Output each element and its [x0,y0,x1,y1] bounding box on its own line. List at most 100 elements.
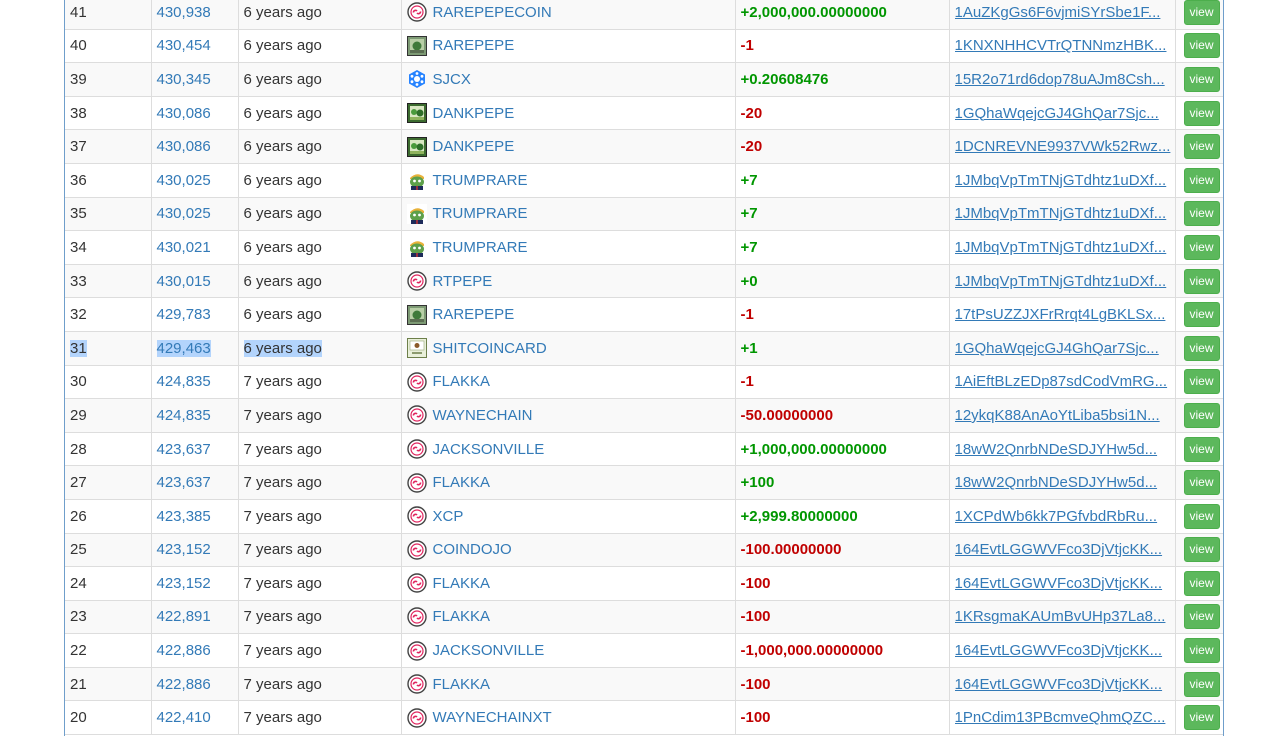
view-button[interactable]: view [1183,167,1220,193]
address-link[interactable]: 1JMbqVpTmTNjGTdhtz1uDXf... [955,205,1175,222]
view-button[interactable]: view [1183,33,1220,59]
block-link[interactable]: 422,886 [157,676,211,693]
address-link[interactable]: 17tPsUZZJXFrRrqt4LgBKLSx... [955,306,1175,323]
block-link[interactable]: 422,410 [157,709,211,726]
address-link[interactable]: 1AuZKgGs6F6vjmiSYrSbe1F... [955,4,1175,21]
view-button[interactable]: view [1183,604,1220,630]
view-button[interactable]: view [1183,638,1220,664]
asset-link[interactable]: SHITCOINCARD [433,340,547,357]
asset-link[interactable]: SJCX [433,71,471,88]
asset-link[interactable]: FLAKKA [433,676,491,693]
block-link[interactable]: 430,086 [157,138,211,155]
block-link[interactable]: 430,021 [157,239,211,256]
asset-link[interactable]: RAREPEPE [433,37,515,54]
block-link[interactable]: 423,152 [157,541,211,558]
view-button[interactable]: view [1183,671,1220,697]
time-cell: 7 years ago [238,566,402,601]
quantity-value: -100 [740,709,771,727]
view-button[interactable]: view [1183,134,1220,160]
view-button[interactable]: view [1183,705,1220,731]
view-button[interactable]: view [1183,335,1220,361]
block-link[interactable]: 423,385 [157,508,211,525]
view-button[interactable]: view [1183,503,1220,529]
view-button[interactable]: view [1183,537,1220,563]
address-link[interactable]: 1KRsgmaKAUmBvUHp37La8... [955,608,1175,625]
block-link[interactable]: 422,891 [157,608,211,625]
address-link[interactable]: 1JMbqVpTmTNjGTdhtz1uDXf... [955,239,1175,256]
view-button[interactable]: view [1183,0,1220,25]
view-button[interactable]: view [1183,402,1220,428]
address-link[interactable]: 1KNXNHHCVTrQTNNmzHBK... [955,37,1175,54]
address-link[interactable]: 1PnCdim13PBcmveQhmQZC... [955,709,1175,726]
block-link[interactable]: 430,086 [157,105,211,122]
address-link[interactable]: 164EvtLGGWVFco3DjVtjcKK... [955,541,1175,558]
quantity-cell: -100 [735,667,950,702]
address-link[interactable]: 164EvtLGGWVFco3DjVtjcKK... [955,676,1175,693]
view-button[interactable]: view [1183,369,1220,395]
block-link[interactable]: 424,835 [157,407,211,424]
address-link[interactable]: 1JMbqVpTmTNjGTdhtz1uDXf... [955,273,1175,290]
storj-icon [407,69,427,89]
view-button[interactable]: view [1183,470,1220,496]
block-link[interactable]: 430,015 [157,273,211,290]
view-button[interactable]: view [1183,436,1220,462]
address-link[interactable]: 1XCPdWb6kk7PGfvbdRbRu... [955,508,1175,525]
address-link[interactable]: 164EvtLGGWVFco3DjVtjcKK... [955,642,1175,659]
view-button[interactable]: view [1183,570,1220,596]
view-button[interactable]: view [1183,302,1220,328]
address-link[interactable]: 18wW2QnrbNDeSDJYHw5d... [955,441,1175,458]
row-index: 32 [70,306,87,324]
asset-link[interactable]: JACKSONVILLE [433,441,545,458]
block-link[interactable]: 422,886 [157,642,211,659]
asset-link[interactable]: WAYNECHAIN [433,407,533,424]
asset-link[interactable]: XCP [433,508,464,525]
asset-link[interactable]: WAYNECHAINXT [433,709,552,726]
address-link[interactable]: 12ykqK88AnAoYtLiba5bsi1N... [955,407,1175,424]
address-link[interactable]: 18wW2QnrbNDeSDJYHw5d... [955,474,1175,491]
address-link[interactable]: 15R2o71rd6dop78uAJm8Csh... [955,71,1175,88]
block-cell: 430,025 [151,197,239,232]
view-button[interactable]: view [1183,201,1220,227]
time-ago: 6 years ago [243,272,322,290]
table-row: 36 430,025 6 years ago TRUMPRARE +7 1JMbqVpTm… [65,163,1223,198]
asset-link[interactable]: TRUMPRARE [433,172,528,189]
view-button[interactable]: view [1183,66,1220,92]
asset-link[interactable]: DANKPEPE [433,138,515,155]
asset-link[interactable]: TRUMPRARE [433,239,528,256]
asset-link[interactable]: FLAKKA [433,474,491,491]
address-link[interactable]: 1GQhaWqejcGJ4GhQar7Sjc... [955,340,1175,357]
asset-link[interactable]: DANKPEPE [433,105,515,122]
block-link[interactable]: 429,463 [156,339,211,357]
row-index-cell: 25 [65,533,152,568]
block-cell: 430,345 [151,62,239,97]
address-link[interactable]: 164EvtLGGWVFco3DjVtjcKK... [955,575,1175,592]
block-link[interactable]: 430,025 [157,205,211,222]
address-link[interactable]: 1DCNREVNE9937VWk52Rwz... [955,138,1175,155]
block-link[interactable]: 430,025 [157,172,211,189]
block-link[interactable]: 423,637 [157,441,211,458]
asset-link[interactable]: RAREPEPE [433,306,515,323]
address-link[interactable]: 1AiEftBLzEDp87sdCodVmRG... [955,373,1175,390]
asset-wrapper: RAREPEPECOIN [406,2,735,22]
asset-link[interactable]: RAREPEPECOIN [433,4,552,21]
asset-link[interactable]: RTPEPE [433,273,493,290]
asset-link[interactable]: FLAKKA [433,608,491,625]
asset-link[interactable]: FLAKKA [433,373,491,390]
block-link[interactable]: 423,152 [157,575,211,592]
block-link[interactable]: 429,783 [157,306,211,323]
asset-link[interactable]: TRUMPRARE [433,205,528,222]
asset-link[interactable]: COINDOJO [433,541,512,558]
view-button[interactable]: view [1183,268,1220,294]
block-link[interactable]: 424,835 [157,373,211,390]
asset-link[interactable]: JACKSONVILLE [433,642,545,659]
address-link[interactable]: 1JMbqVpTmTNjGTdhtz1uDXf... [955,172,1175,189]
action-cell: view [1175,62,1223,97]
block-link[interactable]: 430,345 [157,71,211,88]
block-link[interactable]: 430,938 [157,4,211,21]
block-link[interactable]: 430,454 [157,37,211,54]
address-link[interactable]: 1GQhaWqejcGJ4GhQar7Sjc... [955,105,1175,122]
view-button[interactable]: view [1183,100,1220,126]
view-button[interactable]: view [1183,234,1220,260]
asset-link[interactable]: FLAKKA [433,575,491,592]
block-link[interactable]: 423,637 [157,474,211,491]
